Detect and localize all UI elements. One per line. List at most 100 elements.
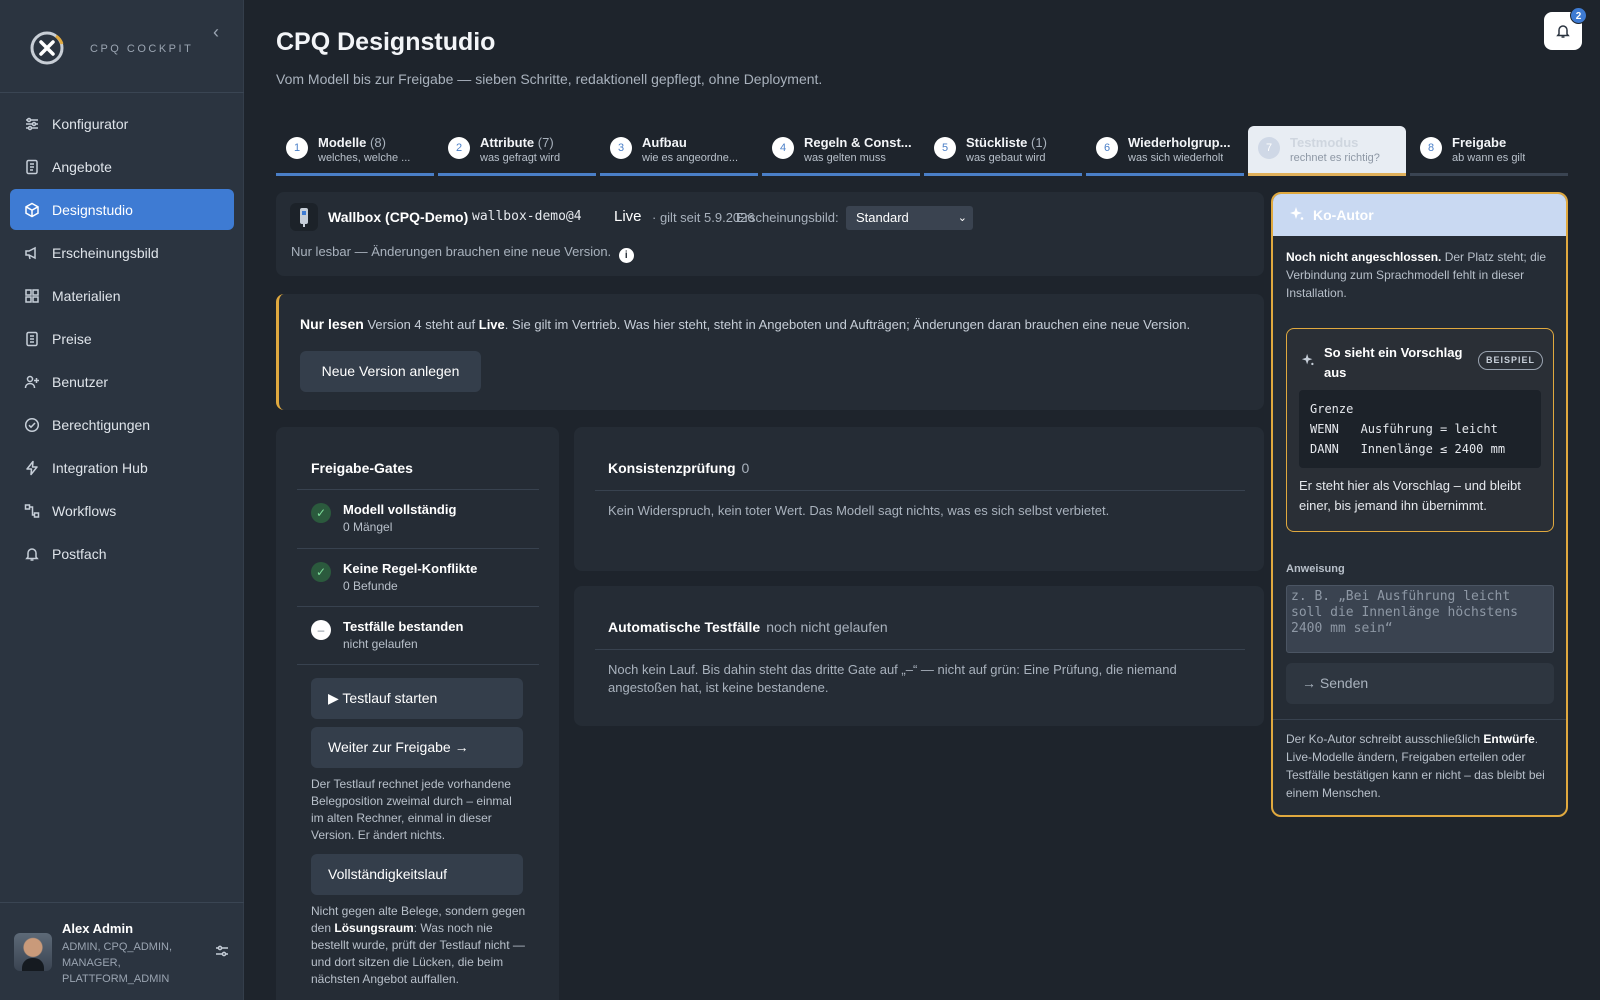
readonly-note-text: Nur lesbar — Änderungen brauchen eine ne… [291, 244, 612, 259]
gate-title: Modell vollständig [343, 502, 457, 517]
step-subtitle: was gelten muss [804, 152, 886, 164]
check-circle-icon [24, 417, 40, 432]
example-footnote: Er steht hier als Vorschlag – und bleibt… [1299, 478, 1521, 513]
autotests-title-text: Automatische Testfälle [608, 619, 761, 635]
coauthor-header: Ko-Autor [1273, 194, 1566, 236]
nav-item-benutzer[interactable]: Benutzer [10, 361, 234, 402]
appearance-select-value: Standard [856, 210, 909, 225]
banner-status: Live [478, 317, 505, 332]
step-subtitle: rechnet es richtig? [1290, 152, 1380, 164]
nav-item-label: Designstudio [52, 201, 133, 218]
model-info-bar: Wallbox (CPQ-Demo) wallbox-demo@4 Live ·… [276, 192, 1264, 276]
cube-icon [25, 202, 39, 217]
gate-tests-passed: – Testfälle bestanden nicht gelaufen [297, 606, 539, 664]
gate-subtitle: 0 Befunde [343, 579, 398, 593]
coauthor-panel: Ko-Autor Noch nicht angeschlossen. Der P… [1271, 192, 1568, 817]
workflow-icon [24, 503, 40, 518]
gate-title: Testfälle bestanden [343, 619, 464, 634]
avatar[interactable] [14, 933, 52, 971]
step-title: Testmodus [1290, 135, 1359, 150]
step-title: Stückliste (1) [966, 135, 1047, 150]
nav-item-konfigurator[interactable]: Konfigurator [10, 103, 234, 144]
instruction-label: Anweisung [1286, 563, 1345, 575]
step-title-text: Modelle [318, 135, 367, 150]
banner-title: Nur lesen [300, 316, 364, 332]
chevron-down-icon: ⌄ [957, 212, 967, 224]
step-subtitle: was sich wiederholt [1128, 152, 1224, 164]
step-number: 1 [286, 137, 308, 159]
gate-model-complete: ✓ Modell vollständig 0 Mängel [297, 489, 539, 547]
nav-item-integration-hub[interactable]: Integration Hub [10, 447, 234, 488]
step-number: 2 [448, 137, 470, 159]
nav-item-materialien[interactable]: Materialien [10, 275, 234, 316]
nav-item-workflows[interactable]: Workflows [10, 490, 234, 531]
nav-item-designstudio[interactable]: Designstudio [10, 189, 234, 230]
wallbox-icon [290, 203, 318, 231]
page-title: CPQ Designstudio [276, 28, 496, 56]
nav-item-label: Berechtigungen [52, 416, 151, 433]
example-badge: BEISPIEL [1478, 351, 1544, 370]
tab-step-wiederholgruppen[interactable]: 6 Wiederholgrup... was sich wiederholt [1086, 126, 1244, 176]
tab-step-regeln[interactable]: 4 Regeln & Const... was gelten muss [762, 126, 920, 176]
autotests-title: Automatische Testfälle noch nicht gelaufe… [608, 619, 888, 635]
instruction-input[interactable] [1286, 585, 1554, 653]
gate-title: Keine Regel-Konflikte [343, 561, 478, 576]
tab-step-modelle[interactable]: 1 Modelle (8) welches, welche ... [276, 126, 434, 176]
settings-sliders-icon[interactable] [214, 943, 230, 959]
brand: CPQ COCKPIT ‹ [0, 0, 244, 93]
banner-text-1: Version 4 steht auf [367, 317, 476, 332]
page-subtitle: Vom Modell bis zur Freigabe — sieben Sch… [276, 71, 823, 87]
step-count: (8) [370, 135, 386, 150]
step-subtitle: was gebaut wird [966, 152, 1046, 164]
tab-step-aufbau[interactable]: 3 Aufbau wie es angeordne... [600, 126, 758, 176]
brand-name: CPQ COCKPIT [90, 43, 194, 55]
user-name: Alex Admin [62, 921, 134, 936]
nav-item-preise[interactable]: Preise [10, 318, 234, 359]
nav-item-angebote[interactable]: Angebote [10, 146, 234, 187]
tab-step-stueckliste[interactable]: 5 Stückliste (1) was gebaut wird [924, 126, 1082, 176]
banner-text-2: . Sie gilt im Vertrieb. Was hier steht, … [504, 317, 1191, 332]
consistency-title-text: Konsistenzprüfung [608, 460, 736, 476]
nav-item-label: Workflows [52, 502, 117, 519]
autotests-text: Noch kein Lauf. Bis dahin steht das drit… [608, 662, 1177, 695]
logo-icon [30, 31, 64, 65]
step-subtitle: ab wann es gilt [1452, 152, 1526, 164]
nav-item-label: Konfigurator [52, 115, 129, 132]
tab-step-attribute[interactable]: 2 Attribute (7) was gefragt wird [438, 126, 596, 176]
nav-item-berechtigungen[interactable]: Berechtigungen [10, 404, 234, 445]
continue-to-release-button[interactable]: Weiter zur Freigabe → [311, 727, 523, 768]
tab-step-testmodus[interactable]: 7 Testmodus rechnet es richtig? [1248, 126, 1406, 176]
pending-dash-icon: – [311, 620, 331, 640]
divider [297, 664, 539, 665]
step-subtitle: wie es angeordne... [642, 152, 739, 164]
bolt-icon [26, 460, 38, 475]
consistency-count: 0 [741, 460, 750, 476]
coauthor-foot-bold: Entwürfe [1483, 732, 1535, 746]
notification-count-badge: 2 [1570, 7, 1587, 24]
coauthor-intro-bold: Noch nicht angeschlossen. [1286, 250, 1442, 264]
appearance-select[interactable]: Standard ⌄ [846, 206, 973, 230]
step-title: Attribute (7) [480, 135, 554, 150]
collapse-sidebar-icon[interactable]: ‹ [206, 22, 226, 42]
info-icon[interactable]: i [618, 248, 634, 263]
sparkle-icon [1301, 353, 1314, 366]
step-number: 3 [610, 137, 632, 159]
step-subtitle: was gefragt wird [480, 152, 561, 164]
completeness-note: Nicht gegen alte Belege, sondern gegen d… [311, 903, 526, 988]
step-count: (7) [537, 135, 554, 150]
send-button[interactable]: → Senden [1286, 663, 1554, 704]
new-version-button[interactable]: Neue Version anlegen [300, 351, 481, 392]
completeness-run-button[interactable]: Vollständigkeitslauf [311, 854, 523, 895]
nav-item-postfach[interactable]: Postfach [10, 533, 234, 574]
coauthor-title: Ko-Autor [1313, 207, 1374, 223]
nav-item-label: Postfach [52, 545, 107, 562]
user-plus-icon [24, 375, 39, 388]
model-code: wallbox-demo@4 [472, 209, 582, 224]
nav-item-erscheinungsbild[interactable]: Erscheinungsbild [10, 232, 234, 273]
start-test-run-button[interactable]: ▶ Testlauf starten [311, 678, 523, 719]
tab-step-freigabe[interactable]: 8 Freigabe ab wann es gilt [1410, 126, 1568, 176]
example-rule-code: Grenze WENN Ausführung = leicht DANN Inn… [1299, 390, 1541, 468]
step-number: 7 [1258, 137, 1280, 159]
banner-text: Nur lesen Version 4 steht auf Live. Sie … [300, 316, 1190, 332]
model-name: Wallbox (CPQ-Demo) [328, 209, 469, 225]
